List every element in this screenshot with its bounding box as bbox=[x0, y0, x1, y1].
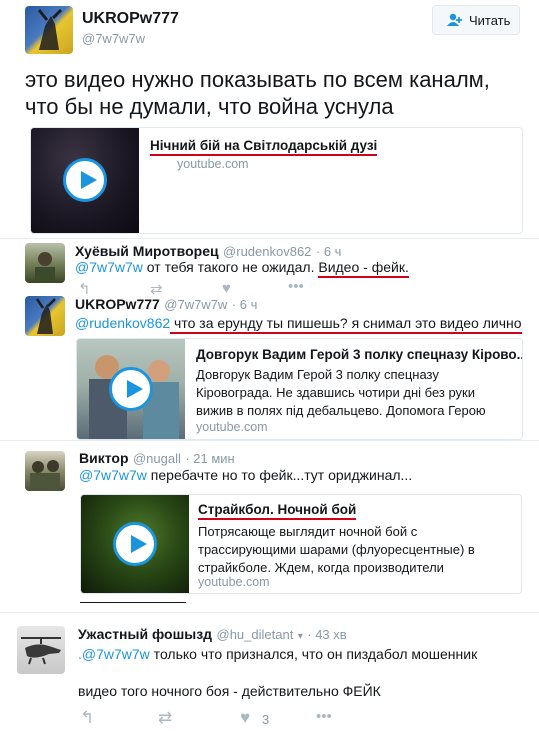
play-icon[interactable] bbox=[109, 367, 153, 411]
author-name[interactable]: Ужастный фошызд bbox=[78, 626, 212, 642]
like-count: 3 bbox=[262, 712, 270, 727]
card-title[interactable]: Довгорук Вадим Герой 3 полку спецназу Кі… bbox=[196, 347, 522, 362]
mention-link[interactable]: @7w7w7w bbox=[79, 467, 147, 483]
video-thumbnail[interactable] bbox=[31, 128, 139, 233]
highlighted-text: что за ерунду ты пишешь? я снимал это ви… bbox=[170, 315, 522, 334]
follow-button[interactable]: Читать bbox=[432, 5, 520, 35]
author-name[interactable]: UKROPw777 bbox=[82, 10, 179, 28]
avatar[interactable] bbox=[25, 243, 65, 283]
reply-text: @7w7w7w от тебя такого не ожидал. Видео … bbox=[75, 259, 409, 278]
avatar[interactable] bbox=[25, 451, 65, 491]
avatar-figure-icon bbox=[35, 298, 56, 334]
tweet-text: это видео нужно показывать по всем канал… bbox=[25, 67, 490, 119]
timestamp[interactable]: · 6 ч bbox=[232, 297, 258, 312]
link-card[interactable]: Довгорук Вадим Герой 3 полку спецназу Кі… bbox=[76, 338, 523, 440]
avatar[interactable] bbox=[25, 6, 73, 54]
video-thumbnail[interactable] bbox=[81, 495, 189, 593]
avatar[interactable] bbox=[17, 626, 65, 674]
more-icon[interactable]: ••• bbox=[316, 708, 332, 725]
play-icon[interactable] bbox=[63, 158, 107, 202]
reply-text: @7w7w7w перебачте но то фейк...тут оридж… bbox=[79, 467, 413, 483]
more-icon[interactable]: ••• bbox=[288, 278, 304, 295]
timestamp[interactable]: · 43 хв bbox=[307, 627, 346, 642]
reply-text-line2: видео того ночного боя - действительно Ф… bbox=[78, 683, 381, 699]
author-handle[interactable]: @7w7w7w bbox=[164, 297, 227, 312]
card-domain: youtube.com bbox=[177, 157, 249, 171]
follow-label: Читать bbox=[469, 13, 511, 28]
card-domain: youtube.com bbox=[196, 420, 268, 434]
divider bbox=[0, 612, 539, 613]
reply-icon[interactable]: ↰ bbox=[80, 708, 94, 728]
link-card[interactable]: Страйкбол. Ночной бой Потрясающе выгляди… bbox=[80, 494, 522, 594]
divider bbox=[0, 440, 539, 441]
separator-line bbox=[80, 602, 186, 603]
link-card[interactable]: Нічний бій на Світлодарській дузі youtub… bbox=[30, 127, 523, 234]
reply-header: Ужастный фошызд @hu_diletant ▾ · 43 хв bbox=[78, 626, 347, 644]
reply-text: .@7w7w7w только что признался, что он пи… bbox=[78, 646, 478, 662]
divider bbox=[0, 238, 539, 239]
reply-header: UKROPw777 @7w7w7w · 6 ч bbox=[75, 296, 257, 314]
retweet-icon[interactable]: ⇄ bbox=[158, 708, 172, 728]
mention-link[interactable]: @7w7w7w bbox=[75, 259, 143, 275]
reply-header: Виктор @nugall · 21 мин bbox=[79, 450, 235, 468]
mention-link[interactable]: .@7w7w7w bbox=[78, 646, 150, 662]
author-handle[interactable]: @hu_diletant bbox=[217, 627, 294, 642]
card-description: Потрясающе выглядит ночной бой с трассир… bbox=[198, 524, 475, 575]
avatar[interactable] bbox=[25, 296, 65, 336]
author-handle[interactable]: @7w7w7w bbox=[82, 31, 145, 46]
timestamp[interactable]: · 21 мин bbox=[185, 451, 234, 466]
heart-icon[interactable]: ♥ bbox=[222, 280, 231, 297]
mention-link[interactable]: @rudenkov862 bbox=[75, 315, 170, 331]
card-title[interactable]: Страйкбол. Ночной бой bbox=[198, 502, 357, 520]
follow-user-icon bbox=[447, 13, 463, 27]
avatar-soldiers-icon bbox=[30, 460, 60, 491]
video-thumbnail[interactable] bbox=[77, 339, 185, 439]
author-name[interactable]: Хуёвый Миротворец bbox=[75, 243, 219, 259]
author-name[interactable]: UKROPw777 bbox=[75, 296, 160, 312]
reply-text: @rudenkov862 что за ерунду ты пишешь? я … bbox=[75, 315, 522, 334]
author-handle[interactable]: @rudenkov862 bbox=[223, 244, 311, 259]
caret-down-icon[interactable]: ▾ bbox=[298, 631, 303, 642]
play-icon[interactable] bbox=[113, 522, 157, 566]
avatar-figure-icon bbox=[37, 8, 63, 50]
avatar-soldier-icon bbox=[35, 252, 55, 283]
helicopter-icon bbox=[21, 637, 61, 665]
author-handle[interactable]: @nugall bbox=[133, 451, 181, 466]
highlighted-text: Видео - фейк. bbox=[318, 259, 409, 278]
card-description: Довгорук Вадим Герой 3 полку спецназу Кі… bbox=[196, 367, 486, 418]
author-name[interactable]: Виктор bbox=[79, 450, 129, 466]
timestamp[interactable]: · 6 ч bbox=[316, 244, 342, 259]
heart-icon[interactable]: ♥ bbox=[240, 708, 250, 728]
card-domain: youtube.com bbox=[198, 575, 270, 589]
card-title[interactable]: Нічний бій на Світлодарській дузі bbox=[150, 138, 378, 156]
